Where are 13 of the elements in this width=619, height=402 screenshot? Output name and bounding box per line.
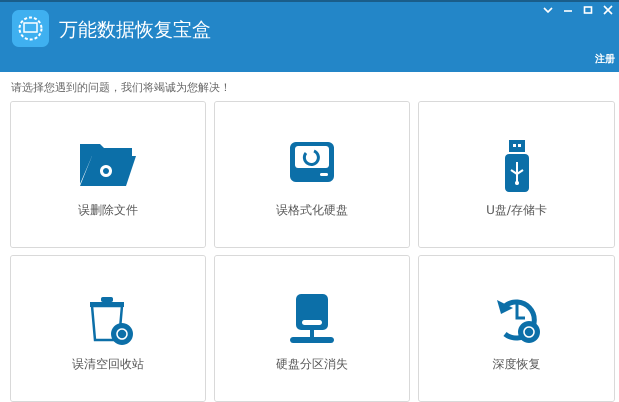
register-link[interactable]: 注册 [595, 52, 615, 66]
prompt-text: 请选择您遇到的问题，我们将竭诚为您解决！ [11, 80, 232, 96]
option-card[interactable]: 误格式化硬盘 [214, 101, 410, 248]
option-card[interactable]: 深度恢复 [418, 255, 615, 402]
app-logo-icon [12, 10, 49, 47]
option-card[interactable]: U盘/存储卡 [418, 101, 615, 248]
close-icon[interactable] [603, 5, 613, 15]
option-card[interactable]: 硬盘分区消失 [214, 255, 410, 402]
maximize-icon[interactable] [583, 5, 593, 15]
window-title: 万能数据恢复宝盒 [59, 18, 211, 43]
option-card[interactable]: 误清空回收站 [10, 255, 206, 402]
dropdown-icon[interactable] [543, 5, 553, 15]
option-card[interactable]: 误删除文件 [10, 101, 206, 248]
